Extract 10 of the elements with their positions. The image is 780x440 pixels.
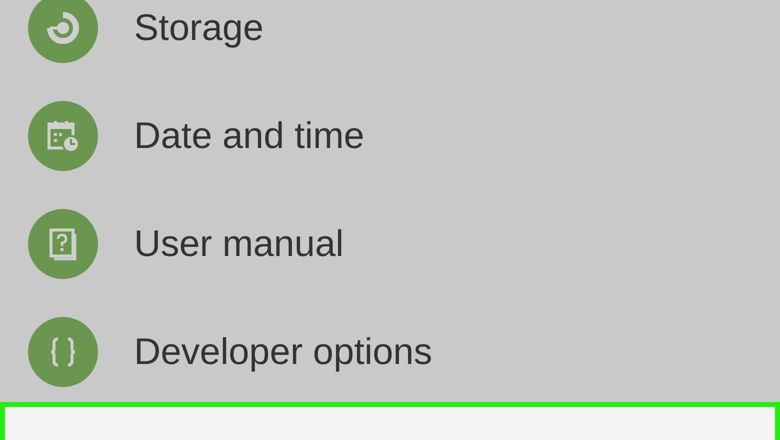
calendar-clock-icon [45, 118, 81, 154]
settings-row[interactable]: User manual [0, 190, 780, 298]
settings-label: User manual [134, 222, 344, 266]
settings-row[interactable]: Storage [0, 0, 780, 82]
settings-row[interactable]: Date and time [0, 82, 780, 190]
settings-label: Storage [134, 6, 264, 50]
settings-row[interactable]: Developer options [0, 298, 780, 406]
storage-icon [45, 10, 81, 46]
settings-label: Date and time [134, 114, 364, 158]
settings-label: Developer options [134, 330, 432, 374]
